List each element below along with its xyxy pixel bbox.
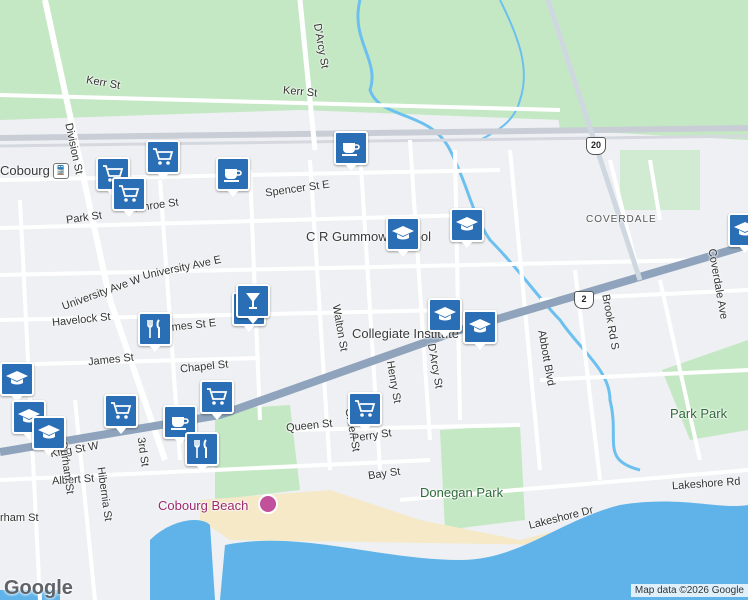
bar-pin[interactable]: [236, 284, 270, 324]
school-icon: [392, 226, 414, 240]
bar-icon: [246, 293, 260, 309]
grocery-pin[interactable]: [348, 392, 382, 432]
durham-st-cut-label: rham St: [0, 512, 39, 524]
route-2-shield: 2: [574, 291, 594, 309]
grocery-icon: [207, 388, 228, 405]
restaurant-icon: [147, 319, 160, 338]
cafe-icon: [171, 417, 189, 430]
town-label: Cobourg: [0, 163, 50, 178]
beach-poi-icon[interactable]: [258, 494, 278, 514]
grocery-pin[interactable]: [200, 380, 234, 420]
train-station-icon[interactable]: 🚆: [53, 163, 69, 179]
grocery-pin[interactable]: [112, 177, 146, 217]
school-pin[interactable]: [728, 213, 748, 253]
grocery-icon: [355, 400, 376, 417]
grocery-pin[interactable]: [146, 140, 180, 180]
lake-ontario-west: [150, 520, 215, 600]
restaurant-pin[interactable]: [185, 432, 219, 472]
school-pin[interactable]: [0, 362, 34, 402]
school-pin[interactable]: [428, 298, 462, 338]
coverdale-area-label: COVERDALE: [586, 214, 657, 225]
school-pin[interactable]: [450, 208, 484, 248]
grocery-icon: [119, 185, 140, 202]
school-icon: [469, 319, 491, 333]
school-icon: [456, 217, 478, 231]
school-pin[interactable]: [32, 416, 66, 456]
school-pin[interactable]: [463, 310, 497, 350]
school-icon: [734, 222, 748, 236]
route-20-shield: 20: [586, 137, 606, 155]
cafe-pin[interactable]: [334, 131, 368, 171]
google-logo: Google: [4, 577, 73, 599]
school-icon: [434, 307, 456, 321]
map-view[interactable]: Cobourg 🚆 Kerr St Kerr St D'Arcy St Divi…: [0, 0, 748, 600]
grocery-icon: [153, 148, 174, 165]
restaurant-pin[interactable]: [138, 312, 172, 352]
grocery-icon: [111, 402, 132, 419]
park-park-label: Park Park: [670, 406, 728, 421]
cobourg-beach-label: Cobourg Beach: [158, 498, 249, 513]
cafe-icon: [224, 169, 242, 182]
donegan-park-label: Donegan Park: [420, 485, 504, 500]
victoria-park-area: [215, 405, 300, 500]
cafe-pin[interactable]: [216, 157, 250, 197]
school-pin[interactable]: [386, 217, 420, 257]
cafe-icon: [342, 143, 360, 156]
restaurant-icon: [194, 439, 207, 458]
map-attribution[interactable]: Map data ©2026 Google: [630, 584, 748, 597]
grocery-pin[interactable]: [104, 394, 138, 434]
donegan-park-area: [440, 425, 525, 530]
school-icon: [6, 371, 28, 385]
school-icon: [38, 425, 60, 439]
